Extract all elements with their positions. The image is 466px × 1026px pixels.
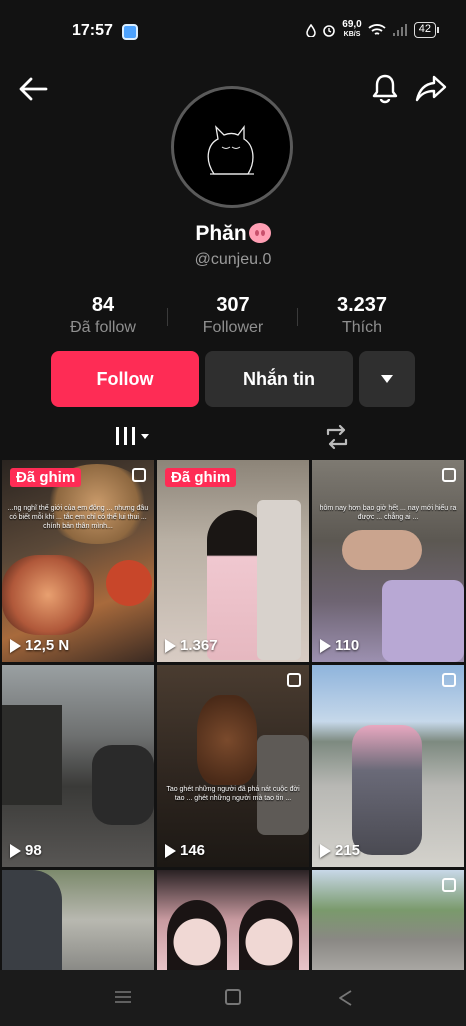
- network-speed: 69,0 KB/S: [342, 20, 361, 40]
- view-count: 12,5 N: [10, 637, 69, 654]
- video-thumbnail[interactable]: 215: [312, 665, 464, 867]
- view-count: 215: [320, 842, 360, 859]
- profile-actions: Follow Nhắn tin: [0, 351, 466, 409]
- signal-icon: [392, 24, 407, 36]
- water-drop-icon: [306, 23, 317, 37]
- pinned-badge: Đã ghim: [10, 468, 82, 487]
- stat-value: 84: [91, 294, 115, 316]
- video-thumbnail[interactable]: [157, 870, 309, 970]
- stat-label: Follower: [202, 319, 264, 336]
- view-count-text: 12,5 N: [25, 637, 70, 654]
- play-icon: [320, 638, 331, 653]
- tab-videos-grid-icon[interactable]: [110, 422, 154, 452]
- status-indicators: 69,0 KB/S 42: [306, 20, 440, 40]
- back-triangle-icon[interactable]: [337, 989, 353, 1007]
- view-count-text: 1.367: [180, 637, 218, 654]
- content-tabs: [0, 416, 466, 458]
- photo-album-icon: [287, 673, 301, 687]
- face-image: [239, 900, 299, 970]
- video-thumbnail[interactable]: [2, 870, 154, 970]
- bell-icon[interactable]: [370, 72, 400, 104]
- view-count: 98: [10, 842, 42, 859]
- stat-likes[interactable]: 3.237 Thích: [287, 294, 437, 337]
- recent-apps-icon[interactable]: [114, 990, 132, 1004]
- hands-image: [342, 530, 422, 570]
- system-navigation-bar: [0, 970, 466, 1026]
- status-bar: 17:57 69,0 KB/S 42: [0, 0, 466, 64]
- video-caption: hôm nay hơn bao giờ hết ... nay mới hiểu…: [319, 505, 457, 521]
- view-count-text: 110: [335, 637, 360, 654]
- video-grid: Đã ghim ...ng nghĩ thế giới của em đông …: [2, 460, 464, 970]
- back-arrow-icon[interactable]: [16, 74, 50, 104]
- battery-indicator: 42: [413, 22, 440, 38]
- tab-repost-icon[interactable]: [322, 422, 352, 452]
- view-count: 1.367: [165, 637, 218, 654]
- play-icon: [10, 638, 21, 653]
- status-time: 17:57: [72, 22, 113, 39]
- username: @cunjeu.0: [194, 251, 272, 268]
- food-image: [2, 555, 94, 635]
- play-icon: [165, 638, 176, 653]
- stat-following[interactable]: 84 Đã follow: [28, 294, 178, 337]
- display-name-text: Phăn: [195, 222, 247, 245]
- person-image: [2, 870, 62, 970]
- scooter-image: [92, 745, 154, 825]
- follow-button[interactable]: Follow: [51, 351, 199, 407]
- more-options-button[interactable]: [359, 351, 415, 407]
- video-thumbnail[interactable]: 98: [2, 665, 154, 867]
- view-count-text: 215: [335, 842, 361, 859]
- cat-sketch-icon: [207, 125, 254, 175]
- photo-album-icon: [132, 468, 146, 482]
- video-thumbnail[interactable]: Đã ghim 1.367: [157, 460, 309, 662]
- pig-nose-icon: [248, 223, 271, 243]
- face-image: [167, 900, 227, 970]
- play-icon: [165, 843, 176, 858]
- view-count-text: 146: [180, 842, 206, 859]
- wifi-icon: [368, 24, 386, 35]
- video-thumbnail[interactable]: [312, 870, 464, 970]
- dropdown-arrow-icon: [381, 375, 393, 383]
- photo-album-icon: [442, 878, 456, 892]
- avatar[interactable]: [171, 86, 293, 208]
- stat-followers[interactable]: 307 Follower: [158, 294, 308, 337]
- pinned-badge: Đã ghim: [165, 468, 237, 487]
- photo-album-icon: [442, 468, 456, 482]
- scooter-image: [2, 705, 62, 805]
- view-count-text: 98: [25, 842, 42, 859]
- stat-value: 3.237: [336, 294, 388, 316]
- video-thumbnail[interactable]: Tao ghét những người đã phá nát cuộc đời…: [157, 665, 309, 867]
- fabric-image: [382, 580, 464, 662]
- video-caption: Tao ghét những người đã phá nát cuộc đời…: [166, 786, 300, 802]
- play-icon: [10, 843, 21, 858]
- share-arrow-icon[interactable]: [414, 72, 448, 104]
- stat-label: Đã follow: [70, 319, 136, 336]
- photo-album-icon: [442, 673, 456, 687]
- alarm-icon: [323, 25, 336, 37]
- stat-label: Thích: [341, 319, 382, 336]
- view-count: 110: [320, 637, 359, 654]
- riders-image: [352, 725, 422, 855]
- display-name: Phăn: [0, 222, 466, 246]
- view-count: 146: [165, 842, 205, 859]
- speed-value: 69,0: [342, 19, 362, 30]
- app-notification-icon: [122, 24, 138, 40]
- dog-image: [197, 695, 257, 785]
- video-thumbnail[interactable]: Đã ghim ...ng nghĩ thế giới của em đông …: [2, 460, 154, 662]
- bowl-image: [106, 560, 152, 606]
- video-thumbnail[interactable]: hôm nay hơn bao giờ hết ... nay mới hiểu…: [312, 460, 464, 662]
- message-button[interactable]: Nhắn tin: [205, 351, 353, 407]
- home-icon[interactable]: [225, 989, 241, 1005]
- video-caption: ...ng nghĩ thế giới của em đông ... nhưn…: [7, 505, 149, 530]
- stat-value: 307: [216, 294, 250, 316]
- chair-image: [257, 500, 301, 660]
- speed-unit: KB/S: [343, 31, 361, 38]
- profile-stats: 84 Đã follow 307 Follower 3.237 Thích: [0, 294, 466, 344]
- play-icon: [320, 843, 331, 858]
